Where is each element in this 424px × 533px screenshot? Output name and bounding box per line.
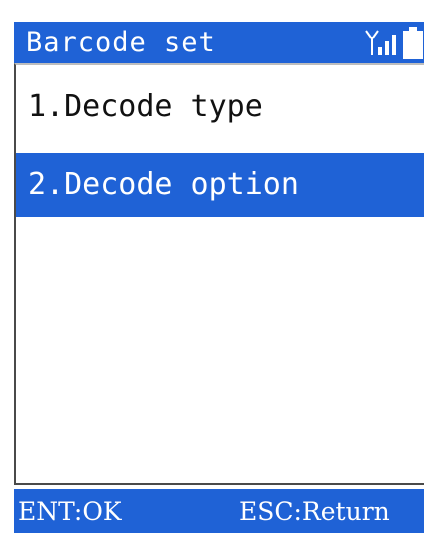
menu-item-decode-type[interactable]: 1.Decode type xyxy=(16,75,424,139)
title-bar: Barcode set xyxy=(14,22,424,63)
ok-softkey[interactable]: ENT:OK xyxy=(18,489,122,533)
screen-title: Barcode set xyxy=(26,27,216,58)
status-icons xyxy=(364,22,424,63)
menu-list: 1.Decode type 2.Decode option xyxy=(14,63,424,485)
device-screen: Barcode set 1.Decode type 2.Decode optio… xyxy=(0,0,424,533)
menu-item-decode-option[interactable]: 2.Decode option xyxy=(16,153,424,217)
signal-icon xyxy=(365,29,396,55)
battery-icon xyxy=(403,26,423,59)
return-softkey[interactable]: ESC:Return xyxy=(239,489,390,533)
softkey-bar: ENT:OK ESC:Return xyxy=(14,489,424,533)
